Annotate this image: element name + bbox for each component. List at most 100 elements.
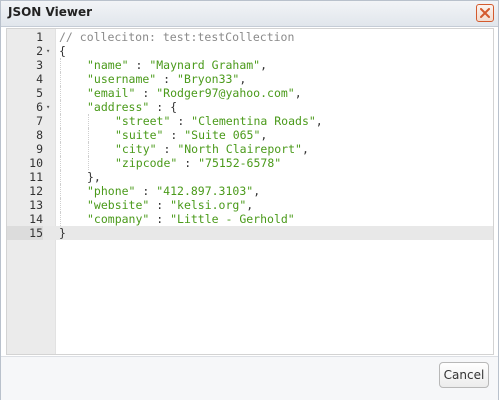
json-key: "email" (87, 86, 136, 100)
json-key: "username" (87, 72, 157, 86)
indent-guide (60, 142, 61, 156)
dialog-titlebar[interactable]: JSON Viewer (1, 1, 498, 27)
code-text: } (59, 226, 66, 240)
json-key: "zipcode" (115, 156, 178, 170)
line-number: 15 (7, 226, 43, 240)
code-text: "email" : "Rodger97@yahoo.com", (87, 86, 302, 100)
code-comment: // colleciton: test:testCollection (59, 30, 295, 44)
json-value: "Bryon33" (177, 72, 240, 86)
json-value: "Suite 065" (184, 128, 261, 142)
json-value: "Clementina Roads" (191, 114, 316, 128)
code-line[interactable]: 11}, (7, 170, 493, 184)
json-value: "Rodger97@yahoo.com" (156, 86, 295, 100)
code-text: // colleciton: test:testCollection (59, 30, 294, 44)
code-punctuation: , (315, 114, 323, 128)
indent-guide (60, 184, 61, 198)
dialog-title: JSON Viewer (8, 5, 92, 19)
indent-guide (60, 198, 61, 212)
code-punctuation: , (260, 128, 268, 142)
code-text: "address" : { (87, 100, 177, 114)
indent-guide (88, 128, 89, 142)
code-line[interactable]: 7 "street" : "Clementina Roads", (7, 114, 493, 128)
line-number: 13 (29, 198, 43, 212)
code-editor[interactable]: 1// colleciton: test:testCollection 2 ▾{3 "… (6, 28, 494, 355)
code-punctuation: , (260, 58, 268, 72)
code-text: "phone" : "412.897.3103", (87, 184, 260, 198)
indent-guide (60, 156, 61, 170)
line-number: 5 (36, 86, 43, 100)
code-text: }, (87, 170, 101, 184)
code-punctuation: , (246, 198, 254, 212)
code-punctuation: } (59, 226, 66, 240)
line-number: 14 (29, 212, 43, 226)
json-viewer-dialog: JSON Viewer 1 // colleciton: test:testCol… (0, 0, 499, 400)
code-text: "website" : "kelsi.org", (87, 198, 253, 212)
json-separator: : (177, 156, 199, 170)
code-line[interactable]: 14 "company" : "Little - Gerhold" (7, 212, 493, 226)
fold-toggle-icon[interactable]: ▾ (46, 100, 55, 114)
code-line[interactable]: 12 "phone" : "412.897.3103", (7, 184, 493, 198)
code-line[interactable]: 2 ▾ { (7, 44, 493, 58)
line-number: 12 (29, 184, 43, 198)
code-text: "company" : "Little - Gerhold" (87, 212, 295, 226)
code-punctuation: { (170, 100, 178, 114)
close-button[interactable] (476, 4, 494, 22)
code-punctuation: { (59, 44, 66, 58)
code-line[interactable]: 3 "name" : "Maynard Graham", (7, 58, 493, 72)
json-key: "phone" (87, 184, 136, 198)
json-separator: : (149, 100, 171, 114)
line-number: 1 (36, 30, 43, 44)
json-value: "North Claireport" (177, 142, 302, 156)
json-separator: : (156, 72, 178, 86)
code-line[interactable]: 8 "suite" : "Suite 065", (7, 128, 493, 142)
json-key: "suite" (115, 128, 164, 142)
line-number: 9 (36, 142, 43, 156)
code-text: "suite" : "Suite 065", (115, 128, 267, 142)
indent-guide (88, 114, 89, 128)
json-separator: : (149, 212, 171, 226)
json-value: "412.897.3103" (156, 184, 254, 198)
code-line[interactable]: 15} (7, 226, 493, 240)
code-line[interactable]: 13 "website" : "kelsi.org", (7, 198, 493, 212)
indent-guide (60, 86, 61, 100)
json-key: "street" (115, 114, 171, 128)
code-punctuation: }, (87, 170, 101, 184)
code-text: "username" : "Bryon33", (87, 72, 246, 86)
indent-guide (88, 156, 89, 170)
json-separator: : (135, 86, 157, 100)
code-lines: 1// colleciton: test:testCollection 2 ▾{3 "… (7, 30, 493, 240)
json-separator: : (128, 58, 150, 72)
json-key: "website" (87, 198, 150, 212)
code-line[interactable]: 5 "email" : "Rodger97@yahoo.com", (7, 86, 493, 100)
json-value: "75152-6578" (198, 156, 282, 170)
line-number: 4 (36, 72, 43, 86)
json-separator: : (149, 198, 171, 212)
dialog-footer: Cancel (1, 356, 498, 400)
code-line[interactable]: 4 "username" : "Bryon33", (7, 72, 493, 86)
line-number: 6 (36, 100, 43, 114)
line-number: 8 (36, 128, 43, 142)
line-number: 3 (36, 58, 43, 72)
indent-guide (60, 58, 61, 72)
json-key: "company" (87, 212, 150, 226)
code-line[interactable]: 9 "city" : "North Claireport", (7, 142, 493, 156)
cancel-button[interactable]: Cancel (439, 362, 489, 388)
json-key: "name" (87, 58, 129, 72)
close-icon (480, 8, 490, 18)
indent-guide (60, 114, 61, 128)
code-punctuation: , (301, 142, 309, 156)
code-line[interactable]: 10 "zipcode" : "75152-6578" (7, 156, 493, 170)
json-value: "Little - Gerhold" (170, 212, 295, 226)
code-line[interactable]: 6 ▾ "address" : { (7, 100, 493, 114)
line-number: 11 (29, 170, 43, 184)
fold-toggle-icon[interactable]: ▾ (46, 44, 55, 58)
indent-guide (60, 170, 61, 184)
line-number: 10 (29, 156, 43, 170)
code-text: { (59, 44, 66, 58)
json-separator: : (170, 114, 192, 128)
code-line[interactable]: 1 // colleciton: test:testCollection (7, 30, 493, 44)
indent-guide (60, 212, 61, 226)
indent-guide (60, 72, 61, 86)
code-punctuation: , (239, 72, 247, 86)
code-text: "name" : "Maynard Graham", (87, 58, 267, 72)
